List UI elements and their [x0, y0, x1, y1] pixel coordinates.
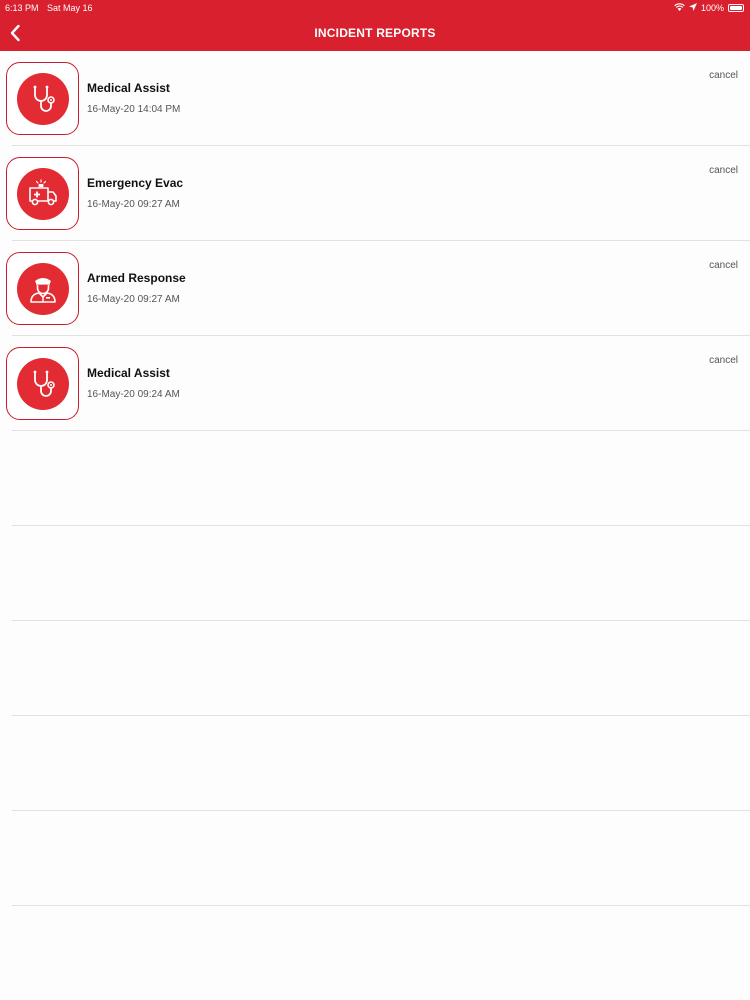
- report-title: Medical Assist: [87, 366, 170, 380]
- report-row[interactable]: Emergency Evac 16-May-20 09:27 AM cancel: [0, 146, 750, 241]
- empty-list-row: [0, 811, 750, 906]
- security-guard-icon: [16, 262, 69, 315]
- empty-list-row: [0, 716, 750, 811]
- empty-list-row: [0, 526, 750, 621]
- cancel-button[interactable]: cancel: [709, 260, 738, 271]
- location-arrow-icon: [688, 0, 697, 16]
- battery-percentage: 100%: [700, 3, 724, 13]
- report-row[interactable]: Armed Response 16-May-20 09:27 AM cancel: [0, 241, 750, 336]
- empty-list-row: [0, 621, 750, 716]
- status-indicators: 100%: [674, 0, 744, 16]
- cancel-button[interactable]: cancel: [709, 355, 738, 366]
- report-title: Medical Assist: [87, 81, 170, 95]
- report-icon-frame: [6, 62, 79, 135]
- status-bar: 6:13 PM Sat May 16 100%: [0, 0, 750, 16]
- cancel-button[interactable]: cancel: [709, 70, 738, 81]
- report-date: 16-May-20 09:27 AM: [87, 294, 180, 305]
- chevron-left-icon: [10, 24, 20, 42]
- stethoscope-icon: [16, 72, 69, 125]
- back-button[interactable]: [4, 22, 26, 44]
- report-row[interactable]: Medical Assist 16-May-20 09:24 AM cancel: [0, 336, 750, 431]
- navigation-bar: INCIDENT REPORTS: [0, 16, 750, 51]
- report-title: Armed Response: [87, 271, 186, 285]
- row-divider: [12, 905, 750, 906]
- incident-report-list: Medical Assist 16-May-20 14:04 PM cancel…: [0, 51, 750, 906]
- ambulance-icon: [16, 167, 69, 220]
- report-icon-frame: [6, 347, 79, 420]
- cancel-button[interactable]: cancel: [709, 165, 738, 176]
- app-header: 6:13 PM Sat May 16 100% INCIDENT REPORTS: [0, 0, 750, 51]
- report-date: 16-May-20 14:04 PM: [87, 104, 181, 115]
- stethoscope-icon: [16, 357, 69, 410]
- report-date: 16-May-20 09:24 AM: [87, 389, 180, 400]
- page-title: INCIDENT REPORTS: [314, 26, 436, 40]
- battery-icon: [728, 4, 744, 12]
- report-icon-frame: [6, 252, 79, 325]
- report-title: Emergency Evac: [87, 176, 184, 190]
- empty-list-row: [0, 431, 750, 526]
- report-row[interactable]: Medical Assist 16-May-20 14:04 PM cancel: [0, 51, 750, 146]
- wifi-icon: [674, 0, 685, 16]
- report-icon-frame: [6, 157, 79, 230]
- status-date: Sat May 16: [47, 3, 93, 13]
- status-time: 6:13 PM: [5, 3, 39, 13]
- report-date: 16-May-20 09:27 AM: [87, 199, 180, 210]
